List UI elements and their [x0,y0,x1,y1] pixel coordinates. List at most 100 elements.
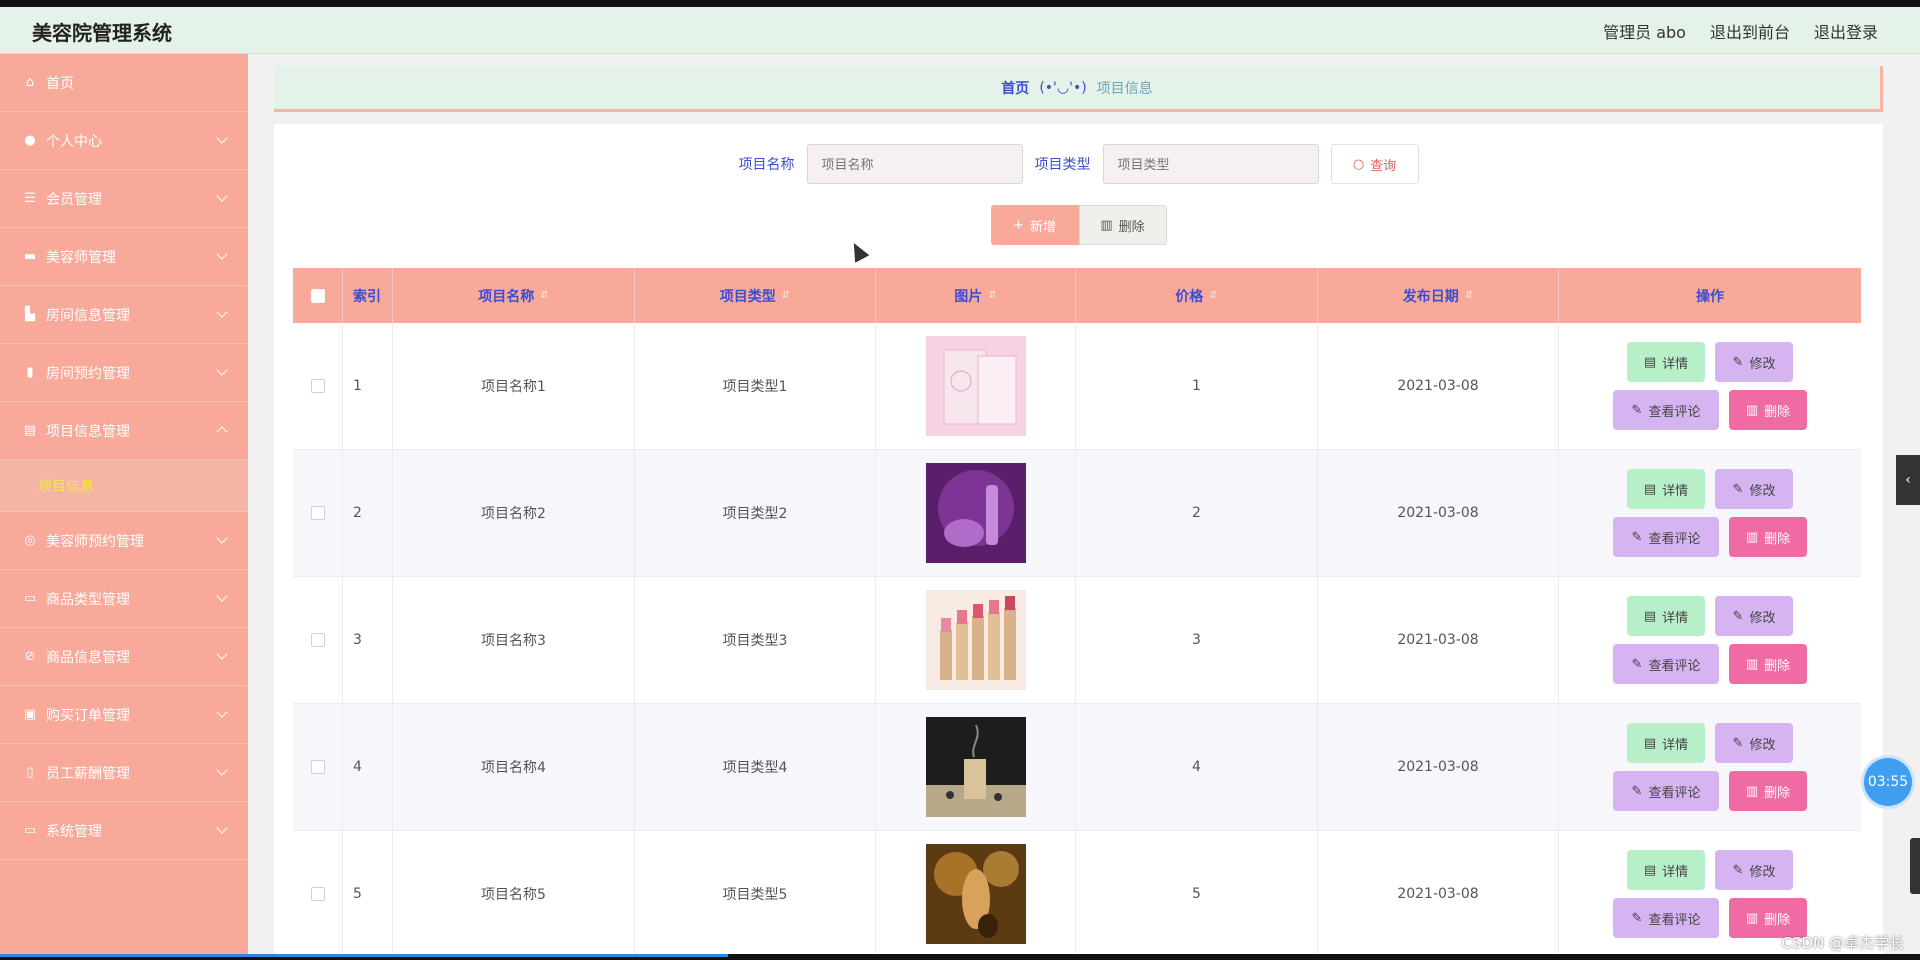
breadcrumb-home[interactable]: 首页 [1001,78,1029,98]
row-name: 项目名称4 [393,704,635,830]
sidebar-item-label: 个人中心 [46,133,102,150]
row-date: 2021-03-08 [1318,831,1559,957]
sidebar-item-product-types[interactable]: ▭ 商品类型管理 [0,570,248,628]
side-handle[interactable] [1910,838,1920,894]
delete-button[interactable]: ▥ 删除 [1729,390,1807,430]
edit-button[interactable]: ✎ 修改 [1715,342,1793,382]
clipboard-icon: ▤ [23,423,37,438]
query-button-label: 查询 [1370,158,1397,174]
delete-button[interactable]: ▥ 删除 [1729,644,1807,684]
view-reviews-button[interactable]: ✎ 查看评论 [1613,390,1719,430]
view-reviews-button[interactable]: ✎ 查看评论 [1613,517,1719,557]
row-ops: ▤ 详情 ✎ 修改 ✎ 查看评论 ▥ 删除 [1559,704,1861,830]
admin-user-label[interactable]: 管理员 abo [1603,19,1686,43]
trash-icon: ▥ [1745,656,1759,672]
chevron-down-icon [216,532,228,544]
delete-button[interactable]: ▥ 删除 [1729,517,1807,557]
product-image[interactable] [925,844,1026,944]
row-checkbox[interactable] [310,760,325,774]
video-progress-bar[interactable] [0,954,728,957]
edit-button[interactable]: ✎ 修改 [1715,596,1793,636]
breadcrumb: 首页 (•'◡'•) 项目信息 [274,66,1883,112]
list-icon: ☰ [24,191,36,206]
row-checkbox[interactable] [310,887,325,901]
edit-button-label: 修改 [1749,356,1776,372]
view-reviews-button[interactable]: ✎ 查看评论 [1613,898,1719,938]
product-image[interactable] [925,336,1026,436]
delete-button-label: 删除 [1764,912,1791,928]
sidebar-item-home[interactable]: ⌂ 首页 [0,54,248,112]
sidebar-item-projects[interactable]: ▤ 项目信息管理 [0,402,248,460]
edit-button[interactable]: ✎ 修改 [1715,469,1793,509]
row-name: 项目名称1 [393,323,635,449]
sidebar-item-products[interactable]: ⊘ 商品信息管理 [0,628,248,686]
pencil-icon: ✎ [1631,783,1643,799]
select-all-checkbox[interactable] [310,288,325,303]
sidebar-item-members[interactable]: ☰ 会员管理 [0,170,248,228]
row-checkbox[interactable] [310,506,325,520]
product-image[interactable] [925,590,1026,690]
row-ops-group: ▤ 详情 ✎ 修改 ✎ 查看评论 ▥ 删除 [1613,850,1807,938]
detail-button[interactable]: ▤ 详情 [1627,850,1705,890]
header-price-label: 价格 [1175,288,1204,305]
detail-button[interactable]: ▤ 详情 [1627,596,1705,636]
sidebar-item-profile[interactable]: ● 个人中心 [0,112,248,170]
target-icon: ◎ [24,533,36,548]
table-row: 1 项目名称1 项目类型1 1 2021-03-08 ▤ 详情 ✎ 修改 ✎ 查… [293,323,1861,450]
row-select-cell [293,323,343,449]
header-date-label: 发布日期 [1402,288,1459,305]
chevron-down-icon [216,132,228,144]
row-type: 项目类型1 [635,323,876,449]
sidebar-item-salary[interactable]: ▯ 员工薪酬管理 [0,744,248,802]
sidebar-item-beauticians[interactable]: ▬ 美容师管理 [0,228,248,286]
add-button[interactable]: + 新增 [990,205,1079,245]
header-index: 索引 [343,268,393,323]
delete-button[interactable]: ▥ 删除 [1729,771,1807,811]
pencil-icon: ✎ [1732,481,1744,497]
delete-button-label: 删除 [1764,785,1791,801]
product-image[interactable] [925,463,1026,563]
detail-button[interactable]: ▤ 详情 [1627,723,1705,763]
header-date[interactable]: 发布日期 ⇵ [1318,268,1559,323]
name-filter-input[interactable] [806,144,1023,184]
header-name[interactable]: 项目名称 ⇵ [393,268,635,323]
batch-delete-button[interactable]: ▥ 删除 [1078,205,1167,245]
row-date: 2021-03-08 [1318,450,1559,576]
search-icon: ○ [1352,156,1365,172]
sidebar-item-rooms[interactable]: ▙ 房间信息管理 [0,286,248,344]
view-reviews-button[interactable]: ✎ 查看评论 [1613,644,1719,684]
row-image-cell [876,323,1076,449]
query-button[interactable]: ○ 查询 [1330,144,1419,184]
sidebar-item-system[interactable]: ▭ 系统管理 [0,802,248,860]
view-reviews-button[interactable]: ✎ 查看评论 [1613,771,1719,811]
type-filter-input[interactable] [1102,144,1319,184]
row-checkbox[interactable] [310,379,325,393]
row-index: 2 [343,450,393,576]
back-to-frontend-link[interactable]: 退出到前台 [1710,19,1790,43]
sort-icon: ⇵ [1464,290,1474,301]
sidebar-subitem-project-info[interactable]: 项目信息 [0,460,248,512]
chevron-left-icon: ‹ [1905,472,1911,488]
sidebar-item-label: 系统管理 [46,823,102,840]
sidebar-item-label: 会员管理 [46,191,102,208]
edit-button[interactable]: ✎ 修改 [1715,850,1793,890]
sidebar-subitem-label: 项目信息 [38,478,94,495]
sidebar-item-beautician-booking[interactable]: ◎ 美容师预约管理 [0,512,248,570]
header-price[interactable]: 价格 ⇵ [1076,268,1318,323]
table-row: 5 项目名称5 项目类型5 5 2021-03-08 ▤ 详情 ✎ 修改 ✎ 查… [293,831,1861,958]
detail-button[interactable]: ▤ 详情 [1627,342,1705,382]
header-type[interactable]: 项目类型 ⇵ [635,268,876,323]
row-ops-line: ✎ 查看评论 ▥ 删除 [1613,771,1807,811]
view-reviews-label: 查看评论 [1648,404,1701,420]
sidebar-item-room-booking[interactable]: ▮ 房间预约管理 [0,344,248,402]
header-image[interactable]: 图片 ⇵ [876,268,1076,323]
product-image[interactable] [925,717,1026,817]
collapse-panel-tab[interactable]: ‹ [1896,455,1920,505]
row-checkbox[interactable] [310,633,325,647]
sidebar-item-orders[interactable]: ▣ 购买订单管理 [0,686,248,744]
row-ops-line: ▤ 详情 ✎ 修改 [1627,850,1793,890]
logout-link[interactable]: 退出登录 [1814,19,1878,43]
edit-button[interactable]: ✎ 修改 [1715,723,1793,763]
select-all-cell [293,268,343,323]
detail-button[interactable]: ▤ 详情 [1627,469,1705,509]
